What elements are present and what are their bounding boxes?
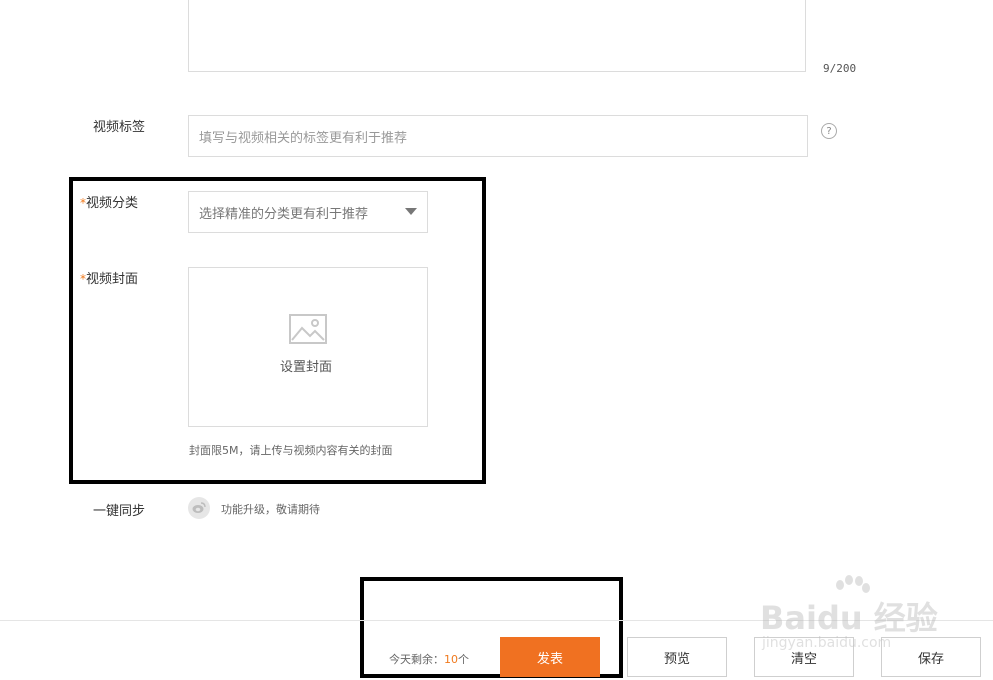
remaining-unit: 个	[458, 653, 469, 666]
sync-note: 功能升级，敬请期待	[221, 503, 320, 516]
preview-button[interactable]: 预览	[627, 637, 727, 677]
description-char-count: 9/200	[823, 62, 857, 75]
tags-label: 视频标签	[93, 120, 146, 135]
video-description-textarea[interactable]	[188, 0, 806, 72]
save-button[interactable]: 保存	[881, 637, 981, 677]
annotation-box-form	[69, 177, 486, 484]
clear-button[interactable]: 清空	[754, 637, 854, 677]
paw-logo-icon	[836, 575, 870, 593]
publish-button[interactable]: 发表	[500, 637, 600, 677]
weibo-icon	[188, 497, 210, 519]
tags-input[interactable]: 填写与视频相关的标签更有利于推荐	[188, 115, 808, 157]
sync-label: 一键同步	[93, 504, 146, 519]
remaining-count: 今天剩余：10个	[389, 651, 469, 667]
remaining-number: 10	[444, 653, 458, 666]
weibo-glyph-icon	[192, 502, 206, 513]
watermark-brand: Baidu 经验	[760, 599, 938, 637]
footer-divider	[0, 620, 993, 621]
tags-placeholder: 填写与视频相关的标签更有利于推荐	[199, 130, 408, 146]
help-icon[interactable]: ?	[821, 123, 837, 139]
remaining-prefix: 今天剩余：	[389, 653, 444, 666]
